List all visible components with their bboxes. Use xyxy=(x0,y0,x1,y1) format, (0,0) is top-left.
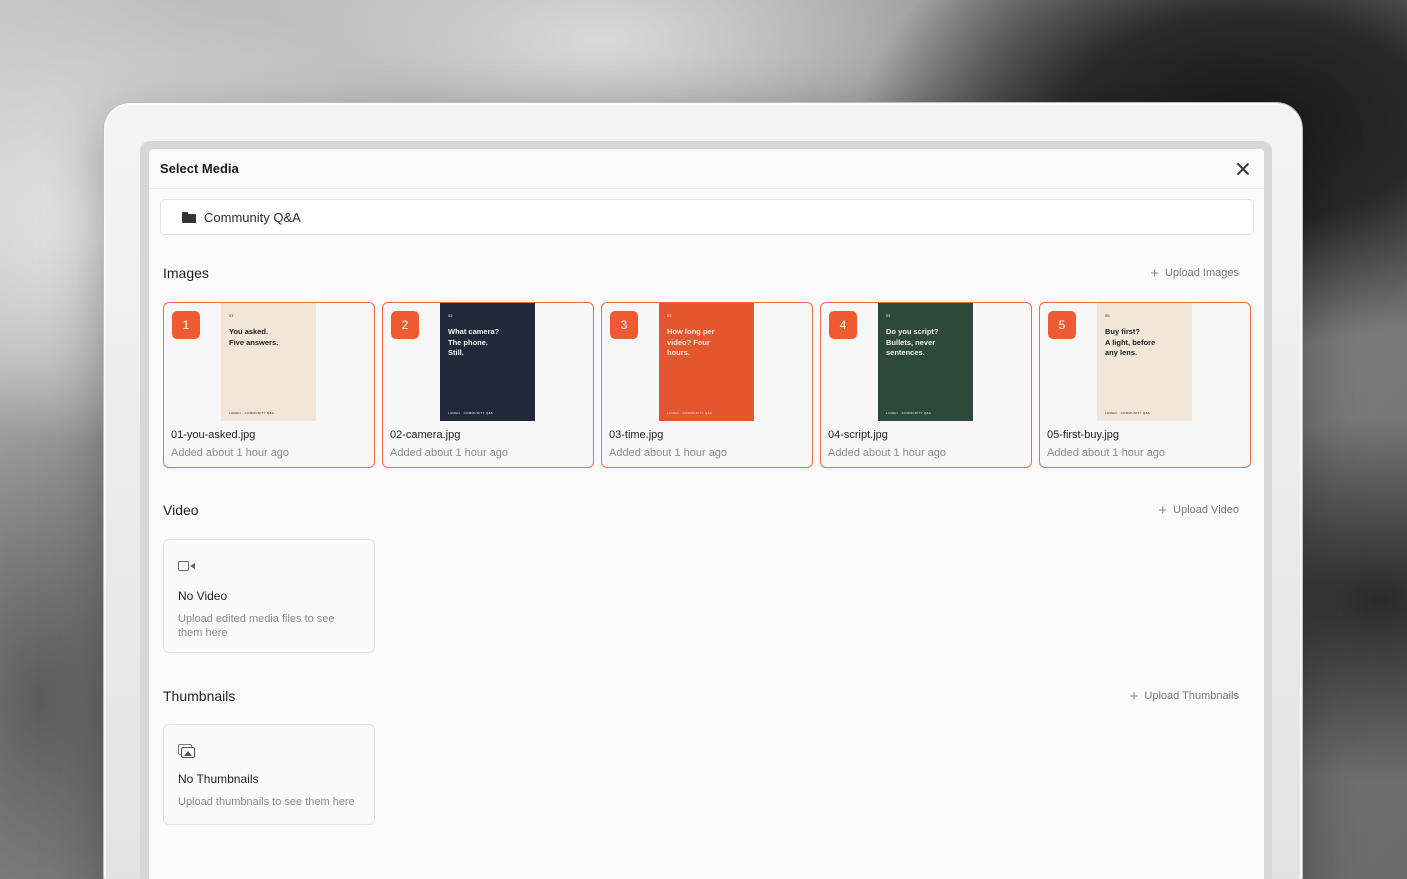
images-icon xyxy=(178,744,196,758)
image-added-time: Added about 1 hour ago xyxy=(609,447,728,459)
images-section-header: Images + Upload Images xyxy=(163,263,1239,283)
image-file-name: 05-first-buy.jpg xyxy=(1047,429,1119,441)
thumbnail-number: 03 xyxy=(667,313,672,318)
folder-icon xyxy=(182,211,196,223)
select-media-modal: Select Media Community Q&A Images + Uplo… xyxy=(149,149,1264,879)
thumbnail-number: 04 xyxy=(886,313,891,318)
video-section-header: Video + Upload Video xyxy=(163,500,1239,520)
thumbnails-section-header: Thumbnails + Upload Thumbnails xyxy=(163,686,1239,706)
thumbnails-empty-state: No Thumbnails Upload thumbnails to see t… xyxy=(163,724,375,825)
thumbnail-headline: How long per video? Four hours. xyxy=(667,327,715,357)
thumbnail-footer: LUMEN · COMMUNITY Q&A xyxy=(1105,411,1151,415)
image-file-name: 03-time.jpg xyxy=(609,429,664,441)
image-card[interactable]: 5 05 Buy first? A light, before any lens… xyxy=(1039,302,1251,468)
upload-images-button[interactable]: + Upload Images xyxy=(1150,266,1239,281)
thumbnails-section-title: Thumbnails xyxy=(163,688,236,704)
thumbnail-number: 05 xyxy=(1105,313,1110,318)
image-thumbnail: 03 How long per video? Four hours. LUMEN… xyxy=(659,303,754,421)
selection-order-badge: 4 xyxy=(829,311,857,339)
selection-order-badge: 5 xyxy=(1048,311,1076,339)
plus-icon: + xyxy=(1158,501,1168,519)
images-section-title: Images xyxy=(163,265,209,281)
video-camera-icon xyxy=(178,560,196,572)
image-thumbnail: 04 Do you script? Bullets, never sentenc… xyxy=(878,303,973,421)
image-thumbnail: 01 You asked. Five answers. LUMEN · COMM… xyxy=(221,303,316,421)
image-card[interactable]: 3 03 How long per video? Four hours. LUM… xyxy=(601,302,813,468)
image-card[interactable]: 2 02 What camera? The phone. Still. LUME… xyxy=(382,302,594,468)
video-empty-title: No Video xyxy=(178,589,228,603)
thumbnail-number: 02 xyxy=(448,313,453,318)
selection-order-badge: 1 xyxy=(172,311,200,339)
thumbnails-empty-title: No Thumbnails xyxy=(178,772,259,786)
folder-label: Community Q&A xyxy=(204,209,301,225)
video-empty-state: No Video Upload edited media files to se… xyxy=(163,539,375,653)
upload-thumbnails-label: Upload Thumbnails xyxy=(1144,690,1239,702)
thumbnail-number: 01 xyxy=(229,313,234,318)
upload-thumbnails-button[interactable]: + Upload Thumbnails xyxy=(1130,689,1239,704)
thumbnail-headline: Buy first? A light, before any lens. xyxy=(1105,327,1156,357)
upload-video-button[interactable]: + Upload Video xyxy=(1158,503,1239,518)
thumbnail-headline: What camera? The phone. Still. xyxy=(448,327,500,357)
image-added-time: Added about 1 hour ago xyxy=(1047,447,1166,459)
thumbnail-footer: LUMEN · COMMUNITY Q&A xyxy=(229,411,275,415)
image-file-name: 01-you-asked.jpg xyxy=(171,429,256,441)
image-thumbnail: 02 What camera? The phone. Still. LUMEN … xyxy=(440,303,535,421)
image-added-time: Added about 1 hour ago xyxy=(828,447,947,459)
modal-header: Select Media xyxy=(149,149,1264,189)
folder-selector[interactable]: Community Q&A xyxy=(160,199,1254,235)
image-card[interactable]: 1 01 You asked. Five answers. LUMEN · CO… xyxy=(163,302,375,468)
plus-icon: + xyxy=(1150,264,1159,282)
thumbnail-headline: You asked. Five answers. xyxy=(229,327,279,347)
thumbnail-footer: LUMEN · COMMUNITY Q&A xyxy=(448,411,494,415)
upload-images-label: Upload Images xyxy=(1165,267,1239,279)
image-file-name: 02-camera.jpg xyxy=(390,429,461,441)
plus-icon: + xyxy=(1129,687,1139,705)
image-file-name: 04-script.jpg xyxy=(828,429,888,441)
close-icon[interactable] xyxy=(1234,160,1252,178)
image-added-time: Added about 1 hour ago xyxy=(171,447,290,459)
modal-title: Select Media xyxy=(160,161,239,176)
video-section-title: Video xyxy=(163,502,199,518)
thumbnails-empty-description: Upload thumbnails to see them here xyxy=(178,796,355,808)
image-added-time: Added about 1 hour ago xyxy=(390,447,509,459)
image-card[interactable]: 4 04 Do you script? Bullets, never sente… xyxy=(820,302,1032,468)
image-thumbnail: 05 Buy first? A light, before any lens. … xyxy=(1097,303,1192,421)
thumbnail-headline: Do you script? Bullets, never sentences. xyxy=(886,327,939,357)
thumbnail-footer: LUMEN · COMMUNITY Q&A xyxy=(667,411,713,415)
thumbnail-footer: LUMEN · COMMUNITY Q&A xyxy=(886,411,932,415)
images-list: 1 01 You asked. Five answers. LUMEN · CO… xyxy=(163,302,1251,468)
video-empty-description: Upload edited media files to see them he… xyxy=(178,613,335,639)
selection-order-badge: 3 xyxy=(610,311,638,339)
selection-order-badge: 2 xyxy=(391,311,419,339)
upload-video-label: Upload Video xyxy=(1173,504,1239,516)
